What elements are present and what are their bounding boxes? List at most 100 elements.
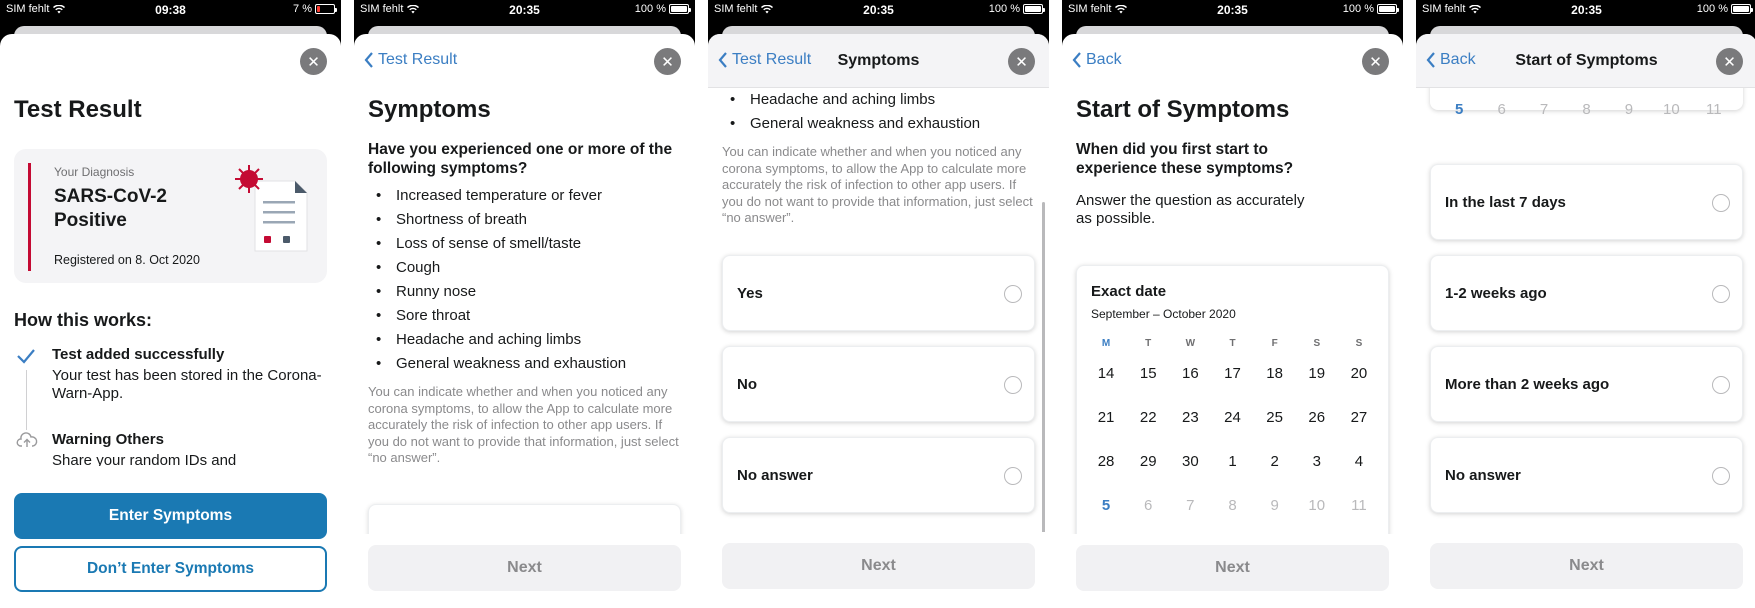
calendar-day[interactable]: 25 xyxy=(1254,406,1296,450)
calendar-day-future: 6 xyxy=(1497,101,1506,118)
calendar-day-future: 9 xyxy=(1624,101,1634,118)
close-button[interactable]: ✕ xyxy=(1008,48,1035,75)
calendar-day[interactable]: 21 xyxy=(1085,406,1127,450)
option-no-answer[interactable]: No answer xyxy=(1430,437,1743,513)
back-button[interactable]: Test Result xyxy=(364,51,457,69)
radio-button[interactable] xyxy=(1712,285,1730,303)
step-body: Your test has been stored in the Corona-… xyxy=(52,367,322,402)
symptom-item: Loss of sense of smell/taste xyxy=(368,232,681,256)
screen-start-of-symptoms-options: SIM fehlt 20:35 100 % 5 6 7 8 9 10 11 In… xyxy=(1416,0,1755,608)
battery-icon xyxy=(315,4,337,14)
calendar-day[interactable]: 30 xyxy=(1169,450,1211,494)
calendar-day[interactable]: 17 xyxy=(1211,362,1253,406)
screen-test-result: SIM fehlt 09:38 7 % ✕ Test Result Your D… xyxy=(0,0,341,608)
calendar-day[interactable]: 4 xyxy=(1338,450,1380,494)
battery-percent: 100 % xyxy=(1696,3,1728,15)
radio-button[interactable] xyxy=(1712,467,1730,485)
navbar: Back Start of Symptoms ✕ xyxy=(1416,34,1755,88)
step-warning-others: Warning Others Share your random IDs and xyxy=(14,431,327,466)
screen-symptoms-options: SIM fehlt 20:35 100 % Headache and achin… xyxy=(708,0,1049,608)
weekday-label: F xyxy=(1271,338,1278,349)
status-bar: SIM fehlt 20:35 100 % xyxy=(354,0,695,22)
calendar-day[interactable]: 16 xyxy=(1169,362,1211,406)
option-no[interactable]: No xyxy=(722,346,1035,422)
symptom-list: Headache and aching limbs General weakne… xyxy=(722,88,1035,136)
calendar-day[interactable]: 3 xyxy=(1296,450,1338,494)
calendar-day[interactable]: 18 xyxy=(1254,362,1296,406)
calendar-day-future: 8 xyxy=(1228,497,1237,514)
symptom-item: Headache and aching limbs xyxy=(722,88,1035,112)
calendar-day-future: 11 xyxy=(1351,497,1367,514)
radio-button[interactable] xyxy=(1712,376,1730,394)
calendar-day-today[interactable]: 5 xyxy=(1438,98,1480,122)
calendar-day[interactable]: 29 xyxy=(1127,450,1169,494)
document-virus-icon xyxy=(235,165,308,252)
option-yes[interactable]: Yes xyxy=(722,255,1035,331)
status-bar: SIM fehlt 20:35 100 % xyxy=(1416,0,1755,22)
symptom-item: General weakness and exhaustion xyxy=(368,352,681,376)
option-more-than-2-weeks[interactable]: More than 2 weeks ago xyxy=(1430,346,1743,422)
calendar-day[interactable]: 23 xyxy=(1169,406,1211,450)
calendar-day[interactable]: 26 xyxy=(1296,406,1338,450)
calendar-day[interactable]: 1 xyxy=(1211,450,1253,494)
calendar-day[interactable]: 28 xyxy=(1085,450,1127,494)
close-button[interactable]: ✕ xyxy=(654,48,681,75)
status-bar: SIM fehlt 20:35 100 % xyxy=(1062,0,1403,22)
close-button[interactable]: ✕ xyxy=(1362,48,1389,75)
hint-text: Answer the question as accurately as pos… xyxy=(1076,192,1305,227)
option-no-answer[interactable]: No answer xyxy=(722,437,1035,513)
calendar-day-future: 6 xyxy=(1144,497,1153,514)
navbar: Back ✕ xyxy=(1062,34,1403,88)
modal-sheet: 5 6 7 8 9 10 11 In the last 7 days 1-2 w… xyxy=(1416,34,1755,608)
nav-title: Start of Symptoms xyxy=(1515,52,1658,69)
battery-percent: 100 % xyxy=(988,3,1020,15)
step-connector xyxy=(26,370,27,430)
radio-button[interactable] xyxy=(1004,376,1022,394)
back-label: Test Result xyxy=(378,51,458,68)
calendar-day[interactable]: 2 xyxy=(1254,450,1296,494)
symptom-item: Runny nose xyxy=(368,280,681,304)
weekday-label: W xyxy=(1185,338,1196,349)
calendar-day-future: 10 xyxy=(1308,497,1326,514)
question: When did you first start to experience t… xyxy=(1076,141,1294,177)
navbar: Test Result ✕ xyxy=(354,34,695,88)
enter-symptoms-button[interactable]: Enter Symptoms xyxy=(14,493,327,539)
calendar-day-today[interactable]: 5 xyxy=(1085,494,1127,538)
symptom-item: General weakness and exhaustion xyxy=(722,112,1035,136)
radio-button[interactable] xyxy=(1004,285,1022,303)
calendar-day[interactable]: 22 xyxy=(1127,406,1169,450)
symptom-list: Increased temperature or fever Shortness… xyxy=(368,184,681,376)
next-button[interactable]: Next xyxy=(1430,543,1743,589)
calendar-day[interactable]: 19 xyxy=(1296,362,1338,406)
screen-start-of-symptoms: SIM fehlt 20:35 100 % Back ✕ Start of Sy… xyxy=(1062,0,1403,608)
next-button[interactable]: Next xyxy=(1076,545,1389,591)
option-last-7-days[interactable]: In the last 7 days xyxy=(1430,164,1743,240)
calendar-day[interactable]: 20 xyxy=(1338,362,1380,406)
dont-enter-symptoms-button[interactable]: Don’t Enter Symptoms xyxy=(14,546,327,592)
symptom-item: Headache and aching limbs xyxy=(368,328,681,352)
calendar-day[interactable]: 15 xyxy=(1127,362,1169,406)
radio-button[interactable] xyxy=(1712,194,1730,212)
battery-percent: 7 % xyxy=(293,3,312,15)
calendar-day[interactable]: 27 xyxy=(1338,406,1380,450)
timeframe-options: In the last 7 days 1-2 weeks ago More th… xyxy=(1430,164,1743,528)
calendar-day-future: 11 xyxy=(1705,101,1722,118)
calendar-day[interactable]: 14 xyxy=(1085,362,1127,406)
modal-sheet: ✕ Test Result Your Diagnosis SARS-CoV-2 … xyxy=(0,34,341,608)
radio-button[interactable] xyxy=(1004,467,1022,485)
close-button[interactable]: ✕ xyxy=(1716,48,1743,75)
calendar-day[interactable]: 24 xyxy=(1211,406,1253,450)
step-title: Warning Others xyxy=(52,431,164,448)
calendar-card: Exact date September – October 2020 M T … xyxy=(1076,265,1389,565)
battery-icon xyxy=(669,4,691,14)
diagnosis-accent-bar xyxy=(28,163,31,271)
calendar-day-future: 8 xyxy=(1582,101,1591,118)
symptom-item: Shortness of breath xyxy=(368,208,681,232)
option-1-2-weeks[interactable]: 1-2 weeks ago xyxy=(1430,255,1743,331)
battery-icon xyxy=(1377,4,1399,14)
next-button[interactable]: Next xyxy=(722,543,1035,589)
scrollbar[interactable] xyxy=(1042,202,1045,562)
next-button[interactable]: Next xyxy=(368,545,681,591)
back-button[interactable]: Back xyxy=(1072,51,1122,69)
close-button[interactable]: ✕ xyxy=(300,48,327,75)
